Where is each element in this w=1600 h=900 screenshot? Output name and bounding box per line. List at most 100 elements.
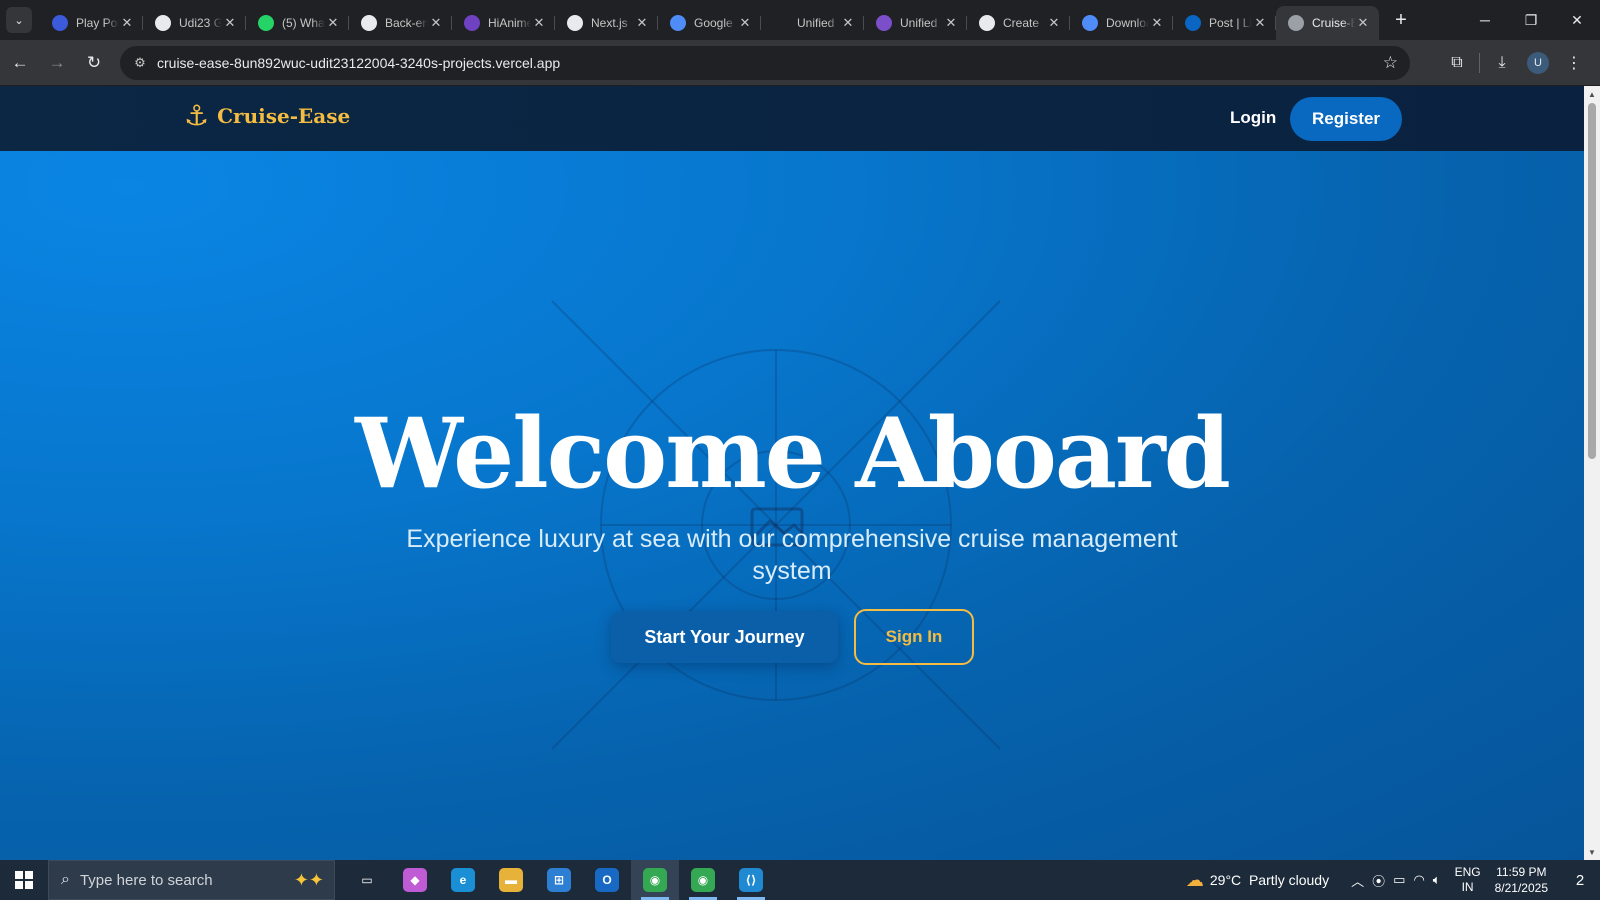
tab-label: Post | LinkedIn (1209, 16, 1252, 30)
weather-condition: Partly cloudy (1248, 872, 1330, 888)
file-explorer-icon: ▬ (499, 868, 523, 892)
tab-close-icon[interactable]: ✕ (737, 15, 753, 31)
tab-close-icon[interactable]: ✕ (1149, 15, 1165, 31)
page-scrollbar[interactable]: ▲ ▼ (1584, 86, 1600, 860)
browser-menu-icon[interactable]: ⋮ (1556, 46, 1592, 80)
restore-icon[interactable]: ❐ (1508, 0, 1554, 40)
gemini-icon (670, 15, 686, 31)
browser-tab[interactable]: Back-end✕ (349, 6, 452, 40)
start-journey-button[interactable]: Start Your Journey (611, 611, 838, 663)
tab-label: Udi23 GitHub (179, 16, 222, 30)
taskbar-app-vscode[interactable]: ⟨⟩ (727, 860, 775, 900)
sign-in-button[interactable]: Sign In (854, 609, 974, 665)
tab-close-icon[interactable]: ✕ (1046, 15, 1062, 31)
tab-close-icon[interactable]: ✕ (531, 15, 547, 31)
edge-icon: e (451, 868, 475, 892)
bookmark-star-icon[interactable]: ☆ (1383, 53, 1398, 73)
downloads-icon[interactable]: ⤓ (1484, 46, 1520, 80)
openai-icon (567, 15, 583, 31)
weather-widget[interactable]: ☁ 29°C Partly cloudy (1186, 870, 1329, 891)
taskbar-app-chrome[interactable]: ◉ (631, 860, 679, 900)
taskbar-clock[interactable]: 11:59 PM 8/21/2025 (1495, 864, 1548, 896)
browser-tab[interactable]: (5) WhatsApp✕ (246, 6, 349, 40)
browser-tab[interactable]: Google Gemini✕ (658, 6, 761, 40)
start-button[interactable] (0, 860, 48, 900)
windows-logo-icon (15, 871, 33, 889)
browser-tab[interactable]: Create ✕ (967, 6, 1070, 40)
tab-close-icon[interactable]: ✕ (943, 15, 959, 31)
extensions-puzzle-icon[interactable]: ⧉ (1439, 46, 1475, 80)
browser-tab[interactable]: Unified ✕ (864, 6, 967, 40)
tab-close-icon[interactable]: ✕ (222, 15, 238, 31)
scroll-down-arrow-icon[interactable]: ▼ (1584, 844, 1600, 860)
partly-cloudy-icon: ☁ (1185, 869, 1204, 890)
taskbar-app-edge[interactable]: e (439, 860, 487, 900)
battery-icon[interactable]: ▭ (1393, 872, 1405, 888)
sparkle-icon: ✦✦ (293, 869, 324, 890)
tab-close-icon[interactable]: ✕ (325, 15, 341, 31)
browser-tab[interactable]: Download✕ (1070, 6, 1173, 40)
close-window-icon[interactable]: ✕ (1554, 0, 1600, 40)
site-info-icon[interactable]: ⚙ (125, 55, 155, 71)
register-button[interactable]: Register (1290, 97, 1402, 141)
show-hidden-icons-chevron-icon[interactable]: ︿ (1351, 871, 1364, 890)
vscode-icon: ⟨⟩ (739, 868, 763, 892)
notification-center-icon[interactable]: 2 (1560, 860, 1600, 900)
scroll-up-arrow-icon[interactable]: ▲ (1584, 86, 1600, 102)
browser-tab[interactable]: HiAnime ✕ (452, 6, 555, 40)
tab-label: Unified (900, 16, 938, 30)
toolbar-divider (1479, 53, 1480, 73)
avatar: U (1527, 52, 1549, 74)
address-url[interactable]: cruise-ease-8un892wuc-udit23122004-3240s… (157, 55, 560, 71)
reload-icon[interactable]: ↻ (77, 46, 111, 80)
tab-close-icon[interactable]: ✕ (840, 15, 856, 31)
tab-close-icon[interactable]: ✕ (634, 15, 650, 31)
address-bar[interactable]: ⚙ cruise-ease-8un892wuc-udit23122004-324… (120, 46, 1410, 80)
search-icon: ⌕ (61, 871, 70, 888)
browser-tab[interactable]: Cruise-Ease✕ (1276, 6, 1379, 40)
camera-icon[interactable]: ⦿ (1372, 871, 1385, 890)
tab-label: Back-end (385, 16, 428, 30)
taskbar-app-chrome-profile[interactable]: ◉ (679, 860, 727, 900)
browser-tab[interactable]: Next.js ✕ (555, 6, 658, 40)
back-arrow-icon[interactable]: ← (3, 46, 37, 80)
window-controls: ─ ❐ ✕ (1462, 0, 1600, 40)
tab-search-chevron-icon[interactable]: ⌄ (6, 7, 32, 33)
brand-logo-link[interactable]: ⚓ Cruise-Ease (184, 102, 350, 130)
scrollbar-thumb[interactable] (1588, 103, 1596, 459)
taskbar-app-file-explorer[interactable]: ▬ (487, 860, 535, 900)
browser-tab[interactable]: Play Pokémon✕ (40, 6, 143, 40)
tab-close-icon[interactable]: ✕ (1252, 15, 1268, 31)
browser-tab-strip: ⌄ Play Pokémon✕Udi23 GitHub✕(5) WhatsApp… (0, 0, 1600, 40)
volume-icon[interactable]: 🔈︎ (1433, 872, 1441, 888)
taskbar-app-task-view[interactable]: ▭ (343, 860, 391, 900)
forward-arrow-icon[interactable]: → (40, 46, 74, 80)
taskbar-app-copilot[interactable]: ◆ (391, 860, 439, 900)
tab-close-icon[interactable]: ✕ (1355, 15, 1371, 31)
new-tab-plus-icon[interactable]: + (1387, 6, 1415, 34)
profile-button[interactable]: U (1520, 46, 1556, 80)
pokemon-icon (52, 15, 68, 31)
taskbar-search-input[interactable]: ⌕ Type here to search ✦✦ (48, 860, 335, 900)
lang-line2: IN (1461, 880, 1474, 894)
weather-temp: 29°C (1209, 872, 1242, 888)
tab-label: Create (1003, 16, 1040, 30)
minimize-icon[interactable]: ─ (1462, 0, 1508, 40)
tab-close-icon[interactable]: ✕ (428, 15, 444, 31)
clock-time: 11:59 PM (1496, 865, 1547, 879)
login-link[interactable]: Login (1230, 108, 1276, 128)
tab-close-icon[interactable]: ✕ (119, 15, 135, 31)
brand-name: Cruise-Ease (217, 104, 351, 128)
browser-tab[interactable]: Post | LinkedIn✕ (1173, 6, 1276, 40)
taskbar-app-outlook[interactable]: O (583, 860, 631, 900)
input-language[interactable]: ENG IN (1455, 865, 1481, 895)
browser-tab[interactable]: Udi23 GitHub✕ (143, 6, 246, 40)
copilot-icon: ◆ (403, 868, 427, 892)
outlook-icon: O (595, 868, 619, 892)
browser-tab[interactable]: Unified ✕ (761, 6, 864, 40)
wifi-icon[interactable]: ◠ (1413, 872, 1424, 888)
taskbar-app-microsoft-store[interactable]: ⊞ (535, 860, 583, 900)
pinned-apps: ▭ ◆ e ▬ ⊞ O ◉ ◉ ⟨⟩ (343, 860, 775, 900)
tab-label: Download (1106, 16, 1149, 30)
hero-title: Welcome Aboard (355, 397, 1231, 510)
